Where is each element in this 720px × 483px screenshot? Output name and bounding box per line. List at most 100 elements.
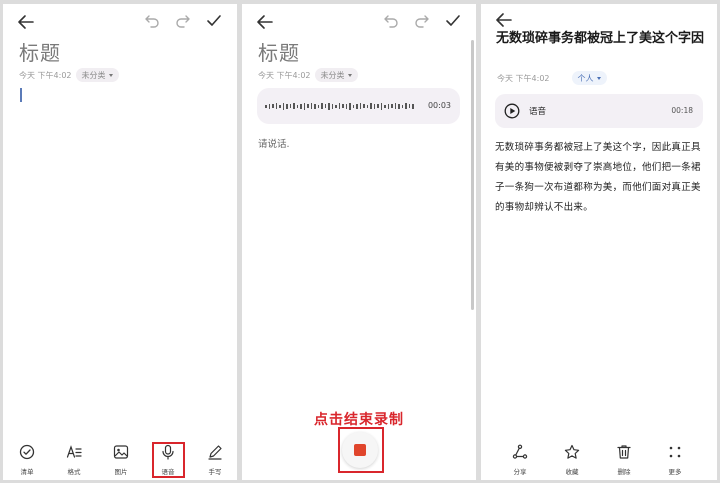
waveform-bar: [335, 104, 337, 108]
note-meta: 今天 下午4:02 未分类: [19, 68, 119, 82]
stop-recording-caption: 点击结束录制: [314, 412, 404, 428]
share-icon: [502, 444, 538, 464]
back-arrow-icon[interactable]: [256, 14, 274, 30]
note-date: 今天 下午4:02: [497, 73, 550, 83]
waveform-bar: [324, 104, 326, 108]
waveform-bar: [366, 104, 368, 108]
confirm-check-icon[interactable]: [206, 14, 222, 28]
confirm-check-icon[interactable]: [445, 14, 461, 28]
waveform-bar: [272, 104, 274, 108]
action-delete[interactable]: 删除: [606, 444, 642, 476]
play-icon[interactable]: [504, 103, 520, 119]
voice-highlight-box: [152, 442, 185, 478]
note-body[interactable]: 无数琐碎事务都被冠上了美这个字，因此真正具有美的事物便被剥夺了崇高地位，他们把一…: [495, 138, 707, 218]
waveform-bar: [352, 104, 354, 108]
title-placeholder[interactable]: 标题: [258, 37, 300, 66]
waveform-bar: [268, 103, 270, 109]
voice-label: 语音: [529, 107, 547, 117]
category-dropdown[interactable]: 未分类: [314, 68, 358, 82]
action-more[interactable]: 更多: [657, 444, 693, 476]
toolbar-handwrite[interactable]: 手写: [197, 444, 233, 476]
waveform-bar: [293, 103, 295, 109]
waveform-bar: [387, 103, 389, 109]
editor-toolbar: 清单 格式 图片 语音 手写: [3, 442, 237, 476]
waveform-bar: [405, 103, 407, 109]
dropdown-caret-icon: [347, 73, 352, 77]
toolbar-label: 更多: [668, 468, 682, 476]
waveform-bar: [321, 103, 323, 109]
category-label: 个人: [577, 73, 594, 83]
waveform-bar: [342, 104, 344, 108]
recording-time: 00:03: [427, 101, 451, 110]
waveform-bar: [314, 103, 316, 109]
waveform-bar: [373, 103, 375, 109]
waveform-bar: [307, 104, 309, 108]
action-favorite[interactable]: 收藏: [554, 444, 590, 476]
waveform-bar: [380, 102, 382, 110]
waveform-bar: [412, 103, 414, 109]
toolbar-style[interactable]: 格式: [56, 444, 92, 476]
editor-panel-recording: 标题 今天 下午4:02 未分类 00:03 请说话. 点击结束录制: [242, 4, 476, 480]
pen-icon: [197, 444, 233, 464]
category-label: 未分类: [320, 70, 345, 80]
toolbar-checklist[interactable]: 清单: [9, 444, 45, 476]
note-meta: 今天 下午4:02 未分类: [258, 68, 358, 82]
waveform-bar: [338, 103, 340, 109]
title-placeholder[interactable]: 标题: [19, 37, 61, 66]
waveform-bar: [356, 103, 358, 109]
back-arrow-icon[interactable]: [17, 14, 35, 30]
waveform-bar: [401, 104, 403, 108]
waveform-bar: [328, 102, 330, 110]
waveform-bar: [363, 104, 365, 108]
waveform-bar: [359, 103, 361, 109]
category-dropdown[interactable]: 个人: [571, 71, 607, 85]
toolbar-label: 分享: [513, 468, 527, 476]
waveform-bar: [394, 103, 396, 109]
category-dropdown[interactable]: 未分类: [75, 68, 119, 82]
scrollbar[interactable]: [471, 40, 474, 310]
action-share[interactable]: 分享: [502, 444, 538, 476]
toolbar-label: 收藏: [565, 468, 579, 476]
undo-icon[interactable]: [144, 15, 160, 29]
more-dots-icon: [657, 444, 693, 464]
waveform-bar: [296, 104, 298, 108]
trash-icon: [606, 444, 642, 464]
stop-highlight-box: [338, 427, 384, 473]
note-date: 今天 下午4:02: [258, 70, 311, 80]
waveform-bar: [275, 103, 277, 109]
waveform-bar: [391, 104, 393, 108]
waveform-bar: [303, 102, 305, 110]
voice-attachment-card[interactable]: 语音 00:18: [495, 94, 703, 128]
text-format-icon: [56, 444, 92, 464]
waveform-bar: [408, 104, 410, 108]
waveform: [265, 101, 425, 111]
waveform-bar: [289, 104, 291, 108]
editor-panel-empty: 标题 今天 下午4:02 未分类 清单 格式 图片 语音 手写: [3, 4, 237, 480]
waveform-bar: [398, 103, 400, 109]
note-date: 今天 下午4:02: [19, 70, 72, 80]
toolbar-image[interactable]: 图片: [103, 444, 139, 476]
waveform-bar: [279, 104, 281, 108]
top-bar: [3, 10, 237, 38]
top-bar: [242, 10, 476, 38]
toolbar-label: 图片: [114, 468, 128, 476]
toolbar-label: 手写: [208, 468, 222, 476]
note-actions-toolbar: 分享 收藏 删除 更多: [481, 442, 717, 476]
note-title[interactable]: 无数琐碎事务都被冠上了美这个字因: [496, 30, 708, 48]
waveform-bar: [265, 104, 267, 108]
toolbar-label: 清单: [20, 468, 34, 476]
waveform-bar: [310, 103, 312, 109]
undo-icon[interactable]: [383, 15, 399, 29]
redo-icon[interactable]: [175, 15, 191, 29]
waveform-bar: [384, 104, 386, 108]
redo-icon[interactable]: [414, 15, 430, 29]
waveform-bar: [349, 102, 351, 110]
recording-waveform-bar: 00:03: [257, 88, 460, 124]
text-cursor: [20, 88, 22, 102]
back-arrow-icon[interactable]: [495, 12, 513, 28]
voice-duration: 00:18: [671, 106, 693, 115]
waveform-bar: [377, 104, 379, 108]
note-meta: 今天 下午4:02 个人: [497, 71, 607, 85]
dropdown-caret-icon: [596, 76, 601, 80]
waveform-bar: [317, 104, 319, 108]
